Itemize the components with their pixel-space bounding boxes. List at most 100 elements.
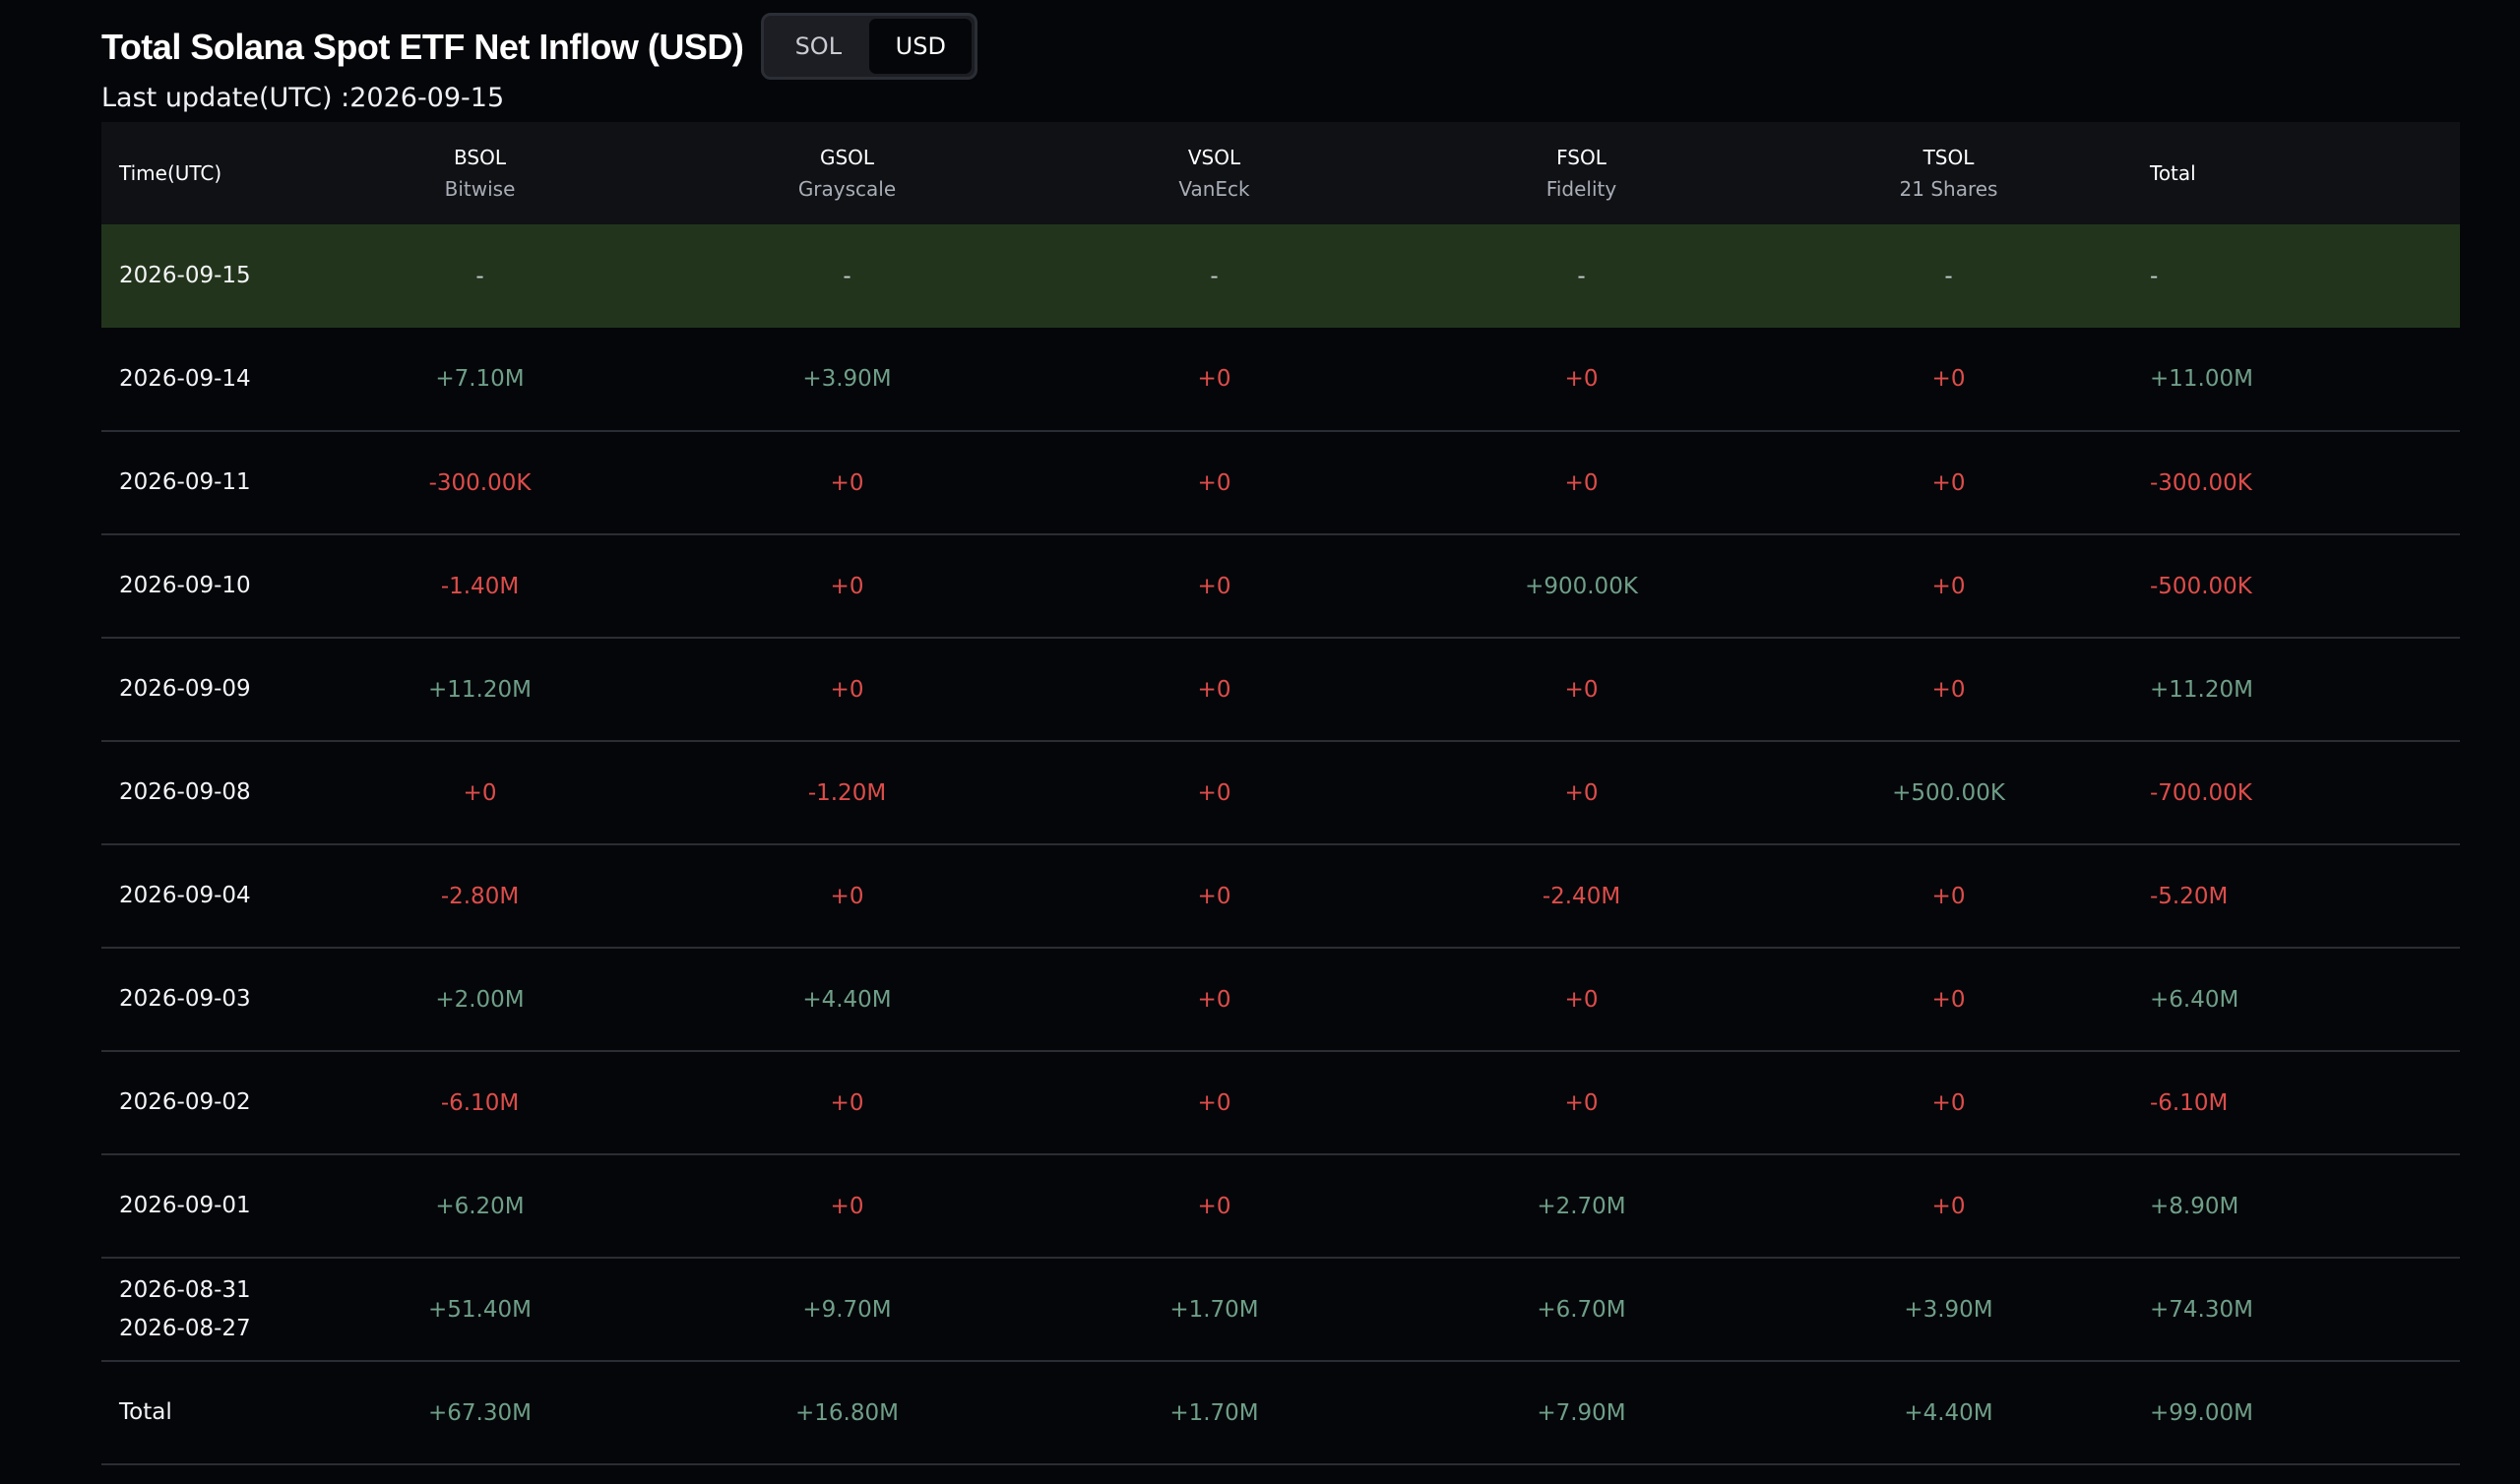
vsol-value-cell: +0 xyxy=(1197,883,1231,909)
tsol-value-cell: +4.40M xyxy=(1904,1399,1993,1426)
total-value-cell: +11.00M xyxy=(2150,366,2253,392)
bsol-value-cell: - xyxy=(475,263,484,289)
gsol-value-cell: +0 xyxy=(830,469,864,496)
gsol-value-cell: +4.40M xyxy=(802,986,892,1013)
fund-issuer: VanEck xyxy=(1178,177,1250,201)
bsol-value-cell: +67.30M xyxy=(428,1399,532,1426)
fsol-value-cell: -2.40M xyxy=(1542,883,1621,909)
date-cell: 2026-09-09 xyxy=(101,638,296,741)
date-text: Total xyxy=(119,1399,172,1425)
date-text: 2026-09-08 xyxy=(119,779,251,805)
gsol-value-cell: +3.90M xyxy=(802,366,892,392)
last-update-text: Last update(UTC) :2026-09-15 xyxy=(101,83,505,113)
toggle-usd-button[interactable]: USD xyxy=(869,19,973,74)
column-header-vsol: VSOL VanEck xyxy=(1031,122,1398,224)
total-value-cell: - xyxy=(2150,263,2159,289)
fund-code: TSOL xyxy=(1922,146,1975,169)
vsol-value-cell: +0 xyxy=(1197,366,1231,392)
date-text: 2026-09-15 xyxy=(119,263,251,288)
fund-issuer: 21 Shares xyxy=(1899,177,1998,201)
bsol-value-cell: -6.10M xyxy=(440,1089,520,1116)
tsol-value-cell: +0 xyxy=(1931,986,1966,1013)
table-body: 2026-09-15 - - - - - - 2026-09-14 +7.10M +3.90M +0… xyxy=(101,224,2460,1464)
fund-code: FSOL xyxy=(1556,146,1606,169)
date-cell: 2026-09-10 xyxy=(101,534,296,638)
date-text: 2026-09-14 xyxy=(119,365,251,392)
total-value-cell: -5.20M xyxy=(2150,883,2229,909)
table-row: 2026-09-14 +7.10M +3.90M +0 +0 +0 +11.00M xyxy=(101,328,2460,431)
column-header-gsol: GSOL Grayscale xyxy=(663,122,1031,224)
total-row: Total +67.30M +16.80M +1.70M +7.90M +4.40M +99… xyxy=(101,1361,2460,1464)
fsol-value-cell: +0 xyxy=(1564,366,1599,392)
date-cell: 2026-09-03 xyxy=(101,948,296,1051)
date-text: 2026-08-31 xyxy=(119,1276,251,1303)
gsol-value-cell: +16.80M xyxy=(795,1399,899,1426)
gsol-value-cell: - xyxy=(843,263,851,289)
table-row: 2026-09-11 -300.00K +0 +0 +0 +0 -300.00K xyxy=(101,431,2460,534)
vsol-value-cell: +0 xyxy=(1197,469,1231,496)
date-text: 2026-09-10 xyxy=(119,573,251,598)
fund-code: VSOL xyxy=(1187,146,1241,169)
bsol-value-cell: +2.00M xyxy=(435,986,525,1013)
column-header-bsol: BSOL Bitwise xyxy=(296,122,663,224)
column-header-tsol: TSOL 21 Shares xyxy=(1765,122,2132,224)
total-value-cell: -700.00K xyxy=(2150,779,2252,806)
fund-code: BSOL xyxy=(454,146,506,169)
etf-flow-panel: Total Solana Spot ETF Net Inflow (USD) S… xyxy=(101,0,2460,1464)
table-row: 2026-08-31 2026-08-27 +51.40M +9.70M +1.70M +… xyxy=(101,1258,2460,1361)
unit-toggle: SOL USD xyxy=(761,13,978,80)
fsol-value-cell: +900.00K xyxy=(1525,573,1638,599)
title-row: Total Solana Spot ETF Net Inflow (USD) S… xyxy=(101,0,2460,93)
fund-issuer: Fidelity xyxy=(1545,177,1617,201)
flow-table: Time(UTC) BSOL Bitwise GSOL Grayscale VS… xyxy=(101,122,2460,1465)
date-text: 2026-09-03 xyxy=(119,986,251,1012)
date-text: 2026-09-02 xyxy=(119,1089,251,1115)
date-cell: 2026-08-31 2026-08-27 xyxy=(101,1258,296,1361)
gsol-value-cell: +0 xyxy=(830,573,864,599)
column-header-time: Time(UTC) xyxy=(119,161,222,185)
fsol-value-cell: +0 xyxy=(1564,779,1599,806)
vsol-value-cell: +1.70M xyxy=(1169,1399,1259,1426)
tsol-value-cell: +3.90M xyxy=(1904,1296,1993,1323)
gsol-value-cell: -1.20M xyxy=(807,779,887,806)
tsol-value-cell: +0 xyxy=(1931,573,1966,599)
tsol-value-cell: +0 xyxy=(1931,366,1966,392)
date-cell: 2026-09-04 xyxy=(101,844,296,948)
bsol-value-cell: +6.20M xyxy=(435,1193,525,1219)
table-row: 2026-09-09 +11.20M +0 +0 +0 +0 +11.20M xyxy=(101,638,2460,741)
fsol-value-cell: +2.70M xyxy=(1537,1193,1626,1219)
page-title: Total Solana Spot ETF Net Inflow (USD) xyxy=(101,27,744,67)
vsol-value-cell: +1.70M xyxy=(1169,1296,1259,1323)
total-value-cell: +99.00M xyxy=(2150,1399,2253,1426)
vsol-value-cell: +0 xyxy=(1197,1193,1231,1219)
bsol-value-cell: -1.40M xyxy=(440,573,520,599)
fund-issuer: Bitwise xyxy=(444,177,516,201)
fsol-value-cell: +0 xyxy=(1564,1089,1599,1116)
tsol-value-cell: +0 xyxy=(1931,1089,1966,1116)
fsol-value-cell: +0 xyxy=(1564,676,1599,703)
total-value-cell: +6.40M xyxy=(2150,986,2239,1013)
table-row: 2026-09-04 -2.80M +0 +0 -2.40M +0 -5.20M xyxy=(101,844,2460,948)
vsol-value-cell: +0 xyxy=(1197,779,1231,806)
table-row: 2026-09-03 +2.00M +4.40M +0 +0 +0 +6.40M xyxy=(101,948,2460,1051)
total-value-cell: -6.10M xyxy=(2150,1089,2229,1116)
total-value-cell: -500.00K xyxy=(2150,573,2252,599)
bsol-value-cell: -300.00K xyxy=(428,469,532,496)
date-cell: 2026-09-15 xyxy=(101,224,296,328)
tsol-value-cell: +0 xyxy=(1931,1193,1966,1219)
bsol-value-cell: +7.10M xyxy=(435,366,525,392)
tsol-value-cell: +0 xyxy=(1931,883,1966,909)
date-cell: 2026-09-01 xyxy=(101,1154,296,1258)
fsol-value-cell: +6.70M xyxy=(1537,1296,1626,1323)
vsol-value-cell: +0 xyxy=(1197,676,1231,703)
bsol-value-cell: -2.80M xyxy=(440,883,520,909)
table-row: 2026-09-01 +6.20M +0 +0 +2.70M +0 +8.90M xyxy=(101,1154,2460,1258)
vsol-value-cell: +0 xyxy=(1197,986,1231,1013)
fsol-value-cell: +0 xyxy=(1564,469,1599,496)
table-row: 2026-09-02 -6.10M +0 +0 +0 +0 -6.10M xyxy=(101,1051,2460,1154)
bsol-value-cell: +0 xyxy=(463,779,497,806)
toggle-sol-button[interactable]: SOL xyxy=(767,19,869,74)
tsol-value-cell: - xyxy=(1944,263,1953,289)
vsol-value-cell: +0 xyxy=(1197,1089,1231,1116)
column-header-fsol: FSOL Fidelity xyxy=(1398,122,1765,224)
